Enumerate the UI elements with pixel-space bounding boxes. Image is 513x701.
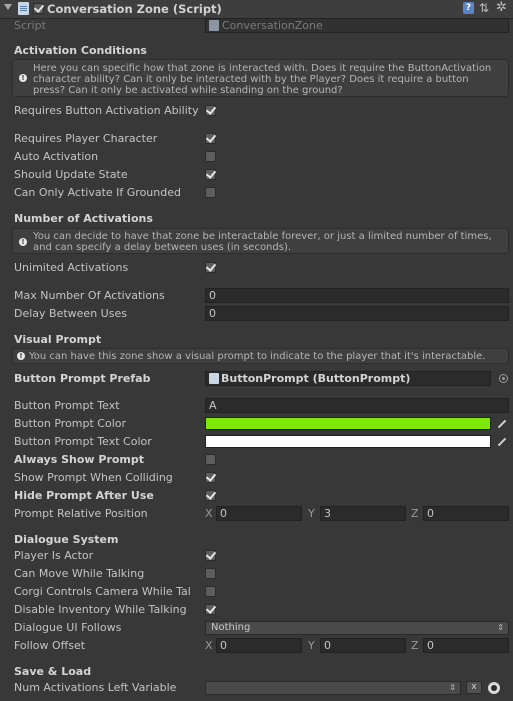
activation-help-text: Here you can specific how that zone is i… — [33, 63, 492, 96]
unlimited-activations-checkbox[interactable] — [205, 262, 216, 273]
corgi-controls-camera-label: Corgi Controls Camera While Tal — [14, 585, 191, 598]
requires-button-activation-checkbox[interactable] — [205, 105, 216, 116]
activation-help-box: ! Here you can specific how that zone is… — [12, 59, 509, 97]
script-icon — [18, 2, 29, 15]
should-update-state-checkbox[interactable] — [205, 169, 216, 180]
hide-prompt-after-use-label: Hide Prompt After Use — [14, 489, 154, 502]
gear-icon[interactable]: ✲ — [496, 1, 507, 14]
button-prompt-text-input[interactable]: A — [205, 398, 509, 413]
follow-offset-label: Follow Offset — [14, 639, 86, 652]
section-visual-prompt: Visual Prompt — [14, 333, 102, 346]
dialogue-ui-follows-dropdown[interactable]: Nothing ⇕ — [205, 621, 509, 635]
can-only-activate-grounded-label: Can Only Activate If Grounded — [14, 186, 181, 199]
button-prompt-text-color-swatch[interactable] — [205, 435, 491, 448]
button-prompt-color-swatch[interactable] — [205, 417, 491, 430]
delay-between-uses-label: Delay Between Uses — [14, 307, 127, 320]
section-activation-conditions: Activation Conditions — [14, 44, 147, 57]
disable-inventory-label: Disable Inventory While Talking — [14, 603, 187, 616]
section-number-of-activations: Number of Activations — [14, 212, 153, 225]
corgi-controls-camera-checkbox[interactable] — [205, 586, 216, 597]
object-picker-icon[interactable] — [499, 374, 508, 383]
follow-offset-z-input[interactable]: 0 — [423, 638, 509, 653]
eyedropper-icon[interactable] — [497, 419, 507, 429]
max-number-activations-input[interactable]: 0 — [205, 288, 509, 303]
requires-player-character-label: Requires Player Character — [14, 132, 158, 145]
script-label: Script — [14, 19, 46, 32]
player-is-actor-label: Player Is Actor — [14, 549, 94, 562]
requires-button-activation-label: Requires Button Activation Ability — [14, 104, 199, 117]
always-show-prompt-checkbox[interactable] — [205, 454, 216, 465]
component-enabled-checkbox[interactable] — [33, 3, 44, 14]
requires-player-character-checkbox[interactable] — [205, 133, 216, 144]
num-activations-left-variable-dropdown[interactable]: ⇕ — [205, 681, 461, 695]
component-title: Conversation Zone (Script) — [47, 2, 222, 16]
prompt-position-z-input[interactable]: 0 — [423, 506, 509, 521]
component-header: Conversation Zone (Script) ? ⇅ ✲ — [0, 0, 513, 19]
button-prompt-text-color-label: Button Prompt Text Color — [14, 435, 152, 448]
prompt-position-x-input[interactable]: 0 — [216, 506, 302, 521]
disable-inventory-checkbox[interactable] — [205, 604, 216, 615]
button-prompt-prefab-value: ButtonPrompt (ButtonPrompt) — [221, 372, 411, 385]
follow-offset-x-label: X — [205, 639, 213, 652]
script-file-icon — [209, 20, 219, 31]
follow-offset-y-label: Y — [308, 639, 315, 652]
section-save-load: Save & Load — [14, 665, 92, 678]
auto-activation-label: Auto Activation — [14, 150, 99, 163]
dialogue-ui-follows-value: Nothing — [211, 622, 251, 633]
button-prompt-color-label: Button Prompt Color — [14, 417, 127, 430]
foldout-arrow-icon[interactable] — [4, 4, 12, 10]
dropdown-arrows-icon: ⇕ — [497, 623, 504, 632]
section-dialogue-system: Dialogue System — [14, 533, 119, 546]
always-show-prompt-label: Always Show Prompt — [14, 453, 145, 466]
should-update-state-label: Should Update State — [14, 168, 128, 181]
button-prompt-prefab-field[interactable]: ButtonPrompt (ButtonPrompt) — [205, 371, 491, 386]
num-activations-left-variable-label: Num Activations Left Variable — [14, 681, 177, 694]
dialogue-ui-follows-label: Dialogue UI Follows — [14, 621, 122, 634]
info-icon: ! — [19, 238, 27, 246]
auto-activation-checkbox[interactable] — [205, 151, 216, 162]
can-move-while-talking-label: Can Move While Talking — [14, 567, 145, 580]
visual-help-text: You can have this zone show a visual pro… — [29, 351, 486, 362]
prompt-relative-position-label: Prompt Relative Position — [14, 507, 148, 520]
activations-help-box: ! You can decide to have that zone be in… — [12, 228, 509, 254]
prompt-position-y-label: Y — [308, 507, 315, 520]
activations-help-text: You can decide to have that zone be inte… — [33, 231, 492, 253]
help-icon[interactable]: ? — [463, 2, 474, 14]
clear-variable-button[interactable]: x — [466, 681, 482, 694]
max-number-activations-label: Max Number Of Activations — [14, 289, 165, 302]
variable-mode-toggle[interactable] — [488, 682, 500, 694]
preset-icon[interactable]: ⇅ — [479, 2, 490, 14]
button-prompt-text-label: Button Prompt Text — [14, 399, 120, 412]
unlimited-activations-label: Unimited Activations — [14, 261, 129, 274]
button-prompt-prefab-label: Button Prompt Prefab — [14, 372, 151, 385]
info-icon: ! — [17, 352, 25, 360]
prompt-position-z-label: Z — [411, 507, 419, 520]
show-prompt-when-colliding-checkbox[interactable] — [205, 472, 216, 483]
delay-between-uses-input[interactable]: 0 — [205, 306, 509, 321]
info-icon: ! — [19, 74, 27, 82]
can-only-activate-grounded-checkbox[interactable] — [205, 187, 216, 198]
can-move-while-talking-checkbox[interactable] — [205, 568, 216, 579]
script-value: ConversationZone — [222, 19, 323, 32]
prompt-position-x-label: X — [205, 507, 213, 520]
follow-offset-y-input[interactable]: 0 — [320, 638, 406, 653]
eyedropper-icon[interactable] — [497, 437, 507, 447]
prefab-icon — [209, 373, 219, 384]
prompt-position-y-input[interactable]: 3 — [320, 506, 406, 521]
hide-prompt-after-use-checkbox[interactable] — [205, 490, 216, 501]
show-prompt-when-colliding-label: Show Prompt When Colliding — [14, 471, 173, 484]
follow-offset-x-input[interactable]: 0 — [216, 638, 302, 653]
dropdown-arrows-icon: ⇕ — [449, 683, 456, 692]
visual-help-box: ! You can have this zone show a visual p… — [12, 348, 509, 364]
script-field[interactable]: ConversationZone — [205, 18, 509, 33]
player-is-actor-checkbox[interactable] — [205, 550, 216, 561]
follow-offset-z-label: Z — [411, 639, 419, 652]
